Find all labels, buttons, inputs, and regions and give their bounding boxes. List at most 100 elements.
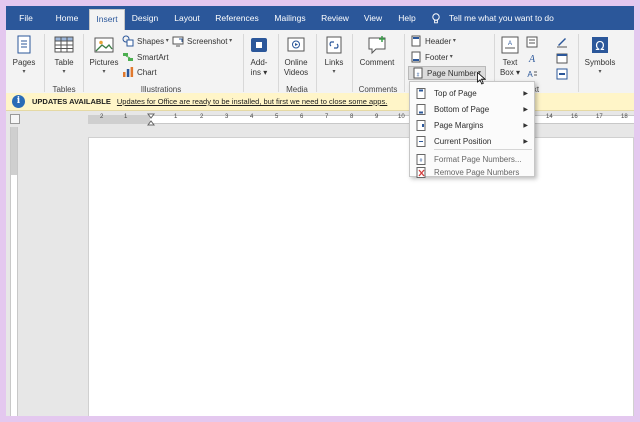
- submenu-arrow-icon: ▶: [523, 122, 528, 129]
- table-button[interactable]: Table ▾: [49, 34, 79, 76]
- info-icon: i: [12, 95, 25, 108]
- tab-help[interactable]: Help: [392, 6, 422, 30]
- online-videos-label-line2: Videos: [283, 68, 309, 77]
- page-margins-icon: [416, 119, 426, 131]
- tab-layout[interactable]: Layout: [166, 6, 208, 30]
- comment-button[interactable]: Comment: [356, 34, 398, 68]
- update-message-link[interactable]: Updates for Office are ready to be insta…: [117, 97, 387, 106]
- tab-selector[interactable]: [10, 114, 20, 124]
- chevron-down-icon: ▾: [227, 38, 233, 44]
- omega-icon: Ω: [592, 37, 608, 53]
- mouse-cursor-icon: [477, 72, 486, 85]
- vertical-ruler[interactable]: [10, 127, 18, 416]
- header-label: Header: [425, 36, 452, 46]
- svg-text:Ω: Ω: [595, 39, 604, 53]
- signature-line-icon[interactable]: [556, 36, 568, 48]
- footer-button[interactable]: Footer ▾: [410, 50, 453, 64]
- ruler-number: 17: [596, 114, 603, 120]
- tab-review[interactable]: Review: [315, 6, 355, 30]
- text-box-label-line1: Text: [502, 58, 518, 67]
- group-separator: [83, 34, 84, 92]
- screenshot-button[interactable]: Screenshot ▾: [172, 34, 232, 48]
- ruler-number: 10: [398, 114, 405, 120]
- header-icon: [411, 35, 421, 47]
- wordart-icon[interactable]: A: [526, 52, 538, 64]
- tab-references[interactable]: References: [212, 6, 262, 30]
- word-window: File Home Insert Design Layout Reference…: [6, 6, 634, 416]
- document-page[interactable]: [88, 137, 634, 416]
- group-separator: [578, 34, 579, 92]
- symbols-button[interactable]: Ω Symbols ▾: [582, 34, 618, 76]
- menu-item-format-page-numbers[interactable]: # Format Page Numbers...: [410, 151, 534, 167]
- menu-item-current-position[interactable]: Current Position ▶: [410, 133, 534, 149]
- ruler-number: 7: [325, 114, 329, 120]
- group-separator: [316, 34, 317, 92]
- menu-item-bottom-of-page[interactable]: Bottom of Page ▶: [410, 101, 534, 117]
- ruler-number: 1: [124, 114, 128, 120]
- page-number-button[interactable]: # Page Number ▾: [408, 66, 487, 80]
- vertical-ruler-margin: [11, 127, 17, 175]
- page-top-icon: [416, 87, 426, 99]
- menu-item-label: Remove Page Numbers: [434, 167, 520, 177]
- group-separator: [352, 34, 353, 92]
- tab-insert[interactable]: Insert: [89, 9, 125, 31]
- group-separator: [243, 34, 244, 92]
- screenshot-icon: [172, 36, 184, 47]
- tell-me-search[interactable]: Tell me what you want to do: [432, 6, 554, 30]
- object-icon[interactable]: [556, 68, 568, 80]
- indent-marker-icon[interactable]: [147, 113, 155, 127]
- chart-button[interactable]: Chart: [122, 65, 157, 79]
- chart-icon: [123, 67, 134, 77]
- tab-view[interactable]: View: [358, 6, 388, 30]
- addins-label-line1: Add-: [250, 58, 268, 67]
- menu-item-top-of-page[interactable]: Top of Page ▶: [410, 85, 534, 101]
- smartart-button[interactable]: SmartArt: [122, 50, 169, 64]
- addins-button[interactable]: Add- ins ▾: [246, 34, 272, 78]
- date-time-icon[interactable]: [556, 52, 568, 64]
- format-page-numbers-icon: #: [416, 153, 426, 165]
- smartart-label: SmartArt: [137, 52, 169, 62]
- header-button[interactable]: Header ▾: [410, 34, 456, 48]
- ruler-number: 2: [100, 114, 104, 120]
- pages-button[interactable]: Pages ▾: [9, 34, 39, 76]
- svg-text:#: #: [417, 73, 420, 79]
- drop-cap-icon[interactable]: A: [526, 68, 538, 80]
- online-videos-button[interactable]: Online Videos: [281, 34, 311, 78]
- ruler-number: 1: [174, 114, 178, 120]
- tab-home[interactable]: Home: [48, 6, 86, 30]
- ruler-number: 14: [546, 114, 553, 120]
- smartart-icon: [123, 53, 133, 61]
- menu-item-page-margins[interactable]: Page Margins ▶: [410, 117, 534, 133]
- tab-mailings[interactable]: Mailings: [268, 6, 312, 30]
- ruler-number: 3: [225, 114, 229, 120]
- shapes-button[interactable]: Shapes ▾: [122, 34, 169, 48]
- submenu-arrow-icon: ▶: [523, 138, 528, 145]
- tab-file[interactable]: File: [6, 6, 46, 30]
- pictures-button[interactable]: Pictures ▾: [87, 34, 121, 76]
- page-number-menu: Top of Page ▶ Bottom of Page ▶ Page Marg…: [409, 81, 535, 178]
- symbols-label: Symbols: [584, 58, 616, 67]
- text-box-label-line2: Box ▾: [499, 68, 521, 77]
- current-position-icon: [416, 135, 426, 147]
- group-separator: [278, 34, 279, 92]
- group-separator: [44, 34, 45, 92]
- links-button[interactable]: Links ▾: [320, 34, 348, 76]
- text-box-button[interactable]: A Text Box ▾: [498, 34, 522, 78]
- page-number-icon: #: [413, 67, 423, 79]
- tab-design[interactable]: Design: [127, 6, 163, 30]
- menu-item-label: Bottom of Page: [434, 104, 490, 114]
- footer-icon: [411, 51, 421, 63]
- chevron-down-icon: ▾: [332, 69, 336, 75]
- chevron-down-icon: ▾: [22, 69, 26, 75]
- menu-item-remove-page-numbers[interactable]: Remove Page Numbers: [410, 166, 534, 178]
- menu-item-label: Page Margins: [434, 120, 484, 130]
- chevron-down-icon: ▾: [451, 38, 456, 44]
- ribbon-tab-bar: File Home Insert Design Layout Reference…: [6, 6, 634, 31]
- menu-separator: [434, 149, 532, 150]
- shapes-label: Shapes: [137, 36, 165, 46]
- links-label: Links: [324, 58, 344, 67]
- horizontal-ruler[interactable]: 2 1 1 2 3 4 5 6 7 8 9 10 14 16 17 18: [6, 111, 634, 127]
- tell-me-label: Tell me what you want to do: [449, 13, 554, 23]
- ribbon-insert: Pages ▾ Table ▾ Tables Pictures ▾ Shapes…: [6, 30, 634, 96]
- quick-parts-icon[interactable]: [526, 36, 538, 48]
